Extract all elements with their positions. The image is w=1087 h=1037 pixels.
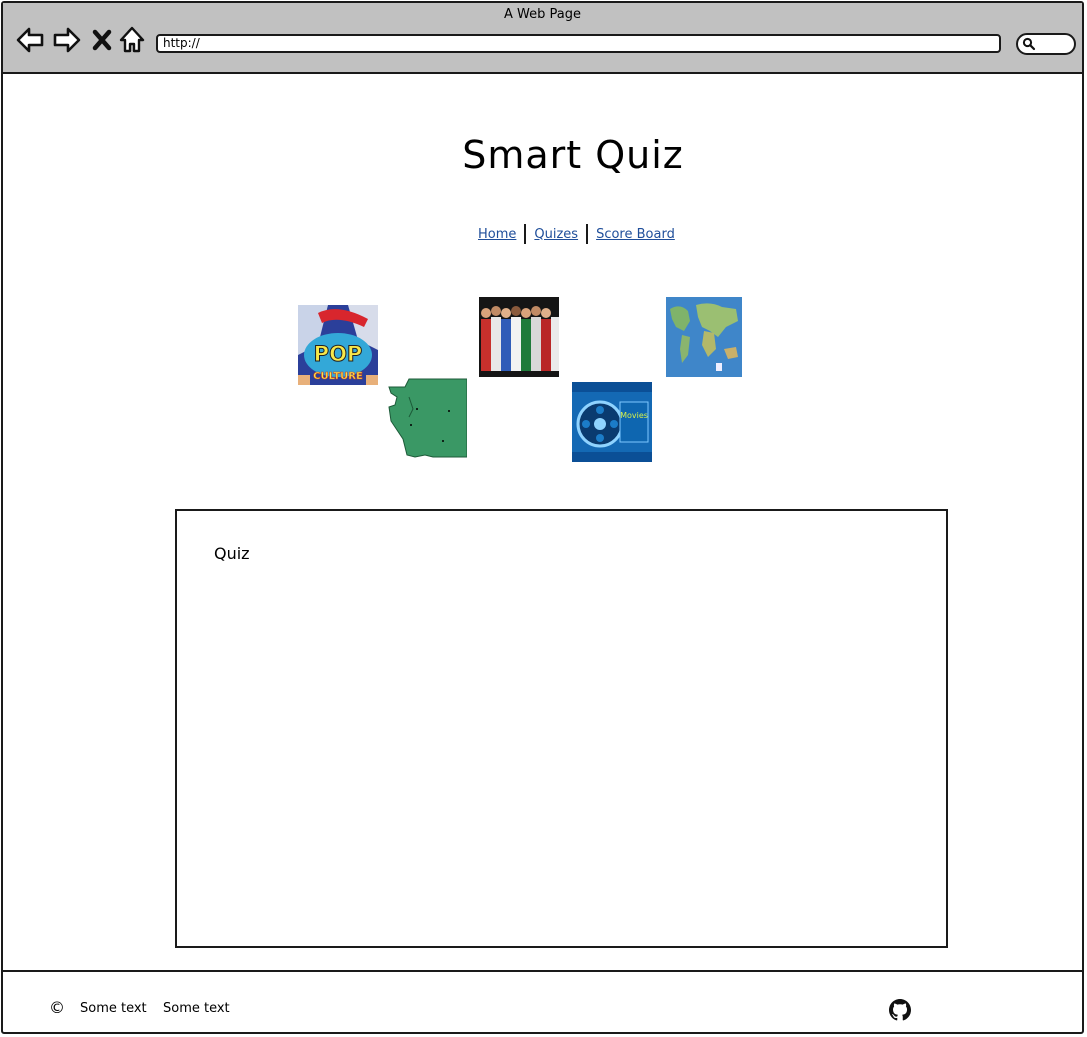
github-icon[interactable] xyxy=(889,999,911,1021)
movies-film-reel-image[interactable]: Movies xyxy=(572,382,652,462)
svg-text:CULTURE: CULTURE xyxy=(313,371,363,382)
nav-link-home[interactable]: Home xyxy=(478,227,516,242)
footer-text-1: Some text xyxy=(80,1001,147,1016)
browser-toolbar: A Web Page http:// xyxy=(3,3,1082,74)
browser-window: A Web Page http:// Smart Quiz Home Quize… xyxy=(1,1,1084,1034)
svg-text:POP: POP xyxy=(314,342,363,366)
washington-state-map-image[interactable] xyxy=(387,377,467,459)
nav-link-score-board[interactable]: Score Board xyxy=(596,227,675,242)
home-icon[interactable] xyxy=(117,25,147,55)
forward-arrow-icon[interactable] xyxy=(52,25,82,55)
footer-text-2: Some text xyxy=(163,1001,230,1016)
back-arrow-icon[interactable] xyxy=(15,25,45,55)
quiz-panel-label: Quiz xyxy=(214,544,250,563)
page-footer: © Some text Some text xyxy=(3,970,1082,1034)
window-title: A Web Page xyxy=(504,7,581,22)
world-map-image[interactable] xyxy=(666,297,742,377)
search-field[interactable] xyxy=(1016,33,1076,55)
address-bar-text: http:// xyxy=(163,36,200,50)
page-title: Smart Quiz xyxy=(462,133,684,177)
main-nav: Home Quizes Score Board xyxy=(478,224,675,244)
nav-divider xyxy=(524,224,527,244)
svg-text:Movies: Movies xyxy=(620,411,648,420)
stop-x-icon[interactable] xyxy=(91,25,113,55)
pop-culture-image[interactable]: POP CULTURE xyxy=(298,305,378,385)
sports-team-image[interactable] xyxy=(479,297,559,377)
quiz-panel: Quiz xyxy=(175,509,948,948)
address-bar[interactable]: http:// xyxy=(156,34,1001,53)
nav-divider xyxy=(586,224,589,244)
nav-link-quizes[interactable]: Quizes xyxy=(534,227,578,242)
copyright-icon: © xyxy=(49,998,65,1017)
search-icon xyxy=(1022,37,1036,51)
